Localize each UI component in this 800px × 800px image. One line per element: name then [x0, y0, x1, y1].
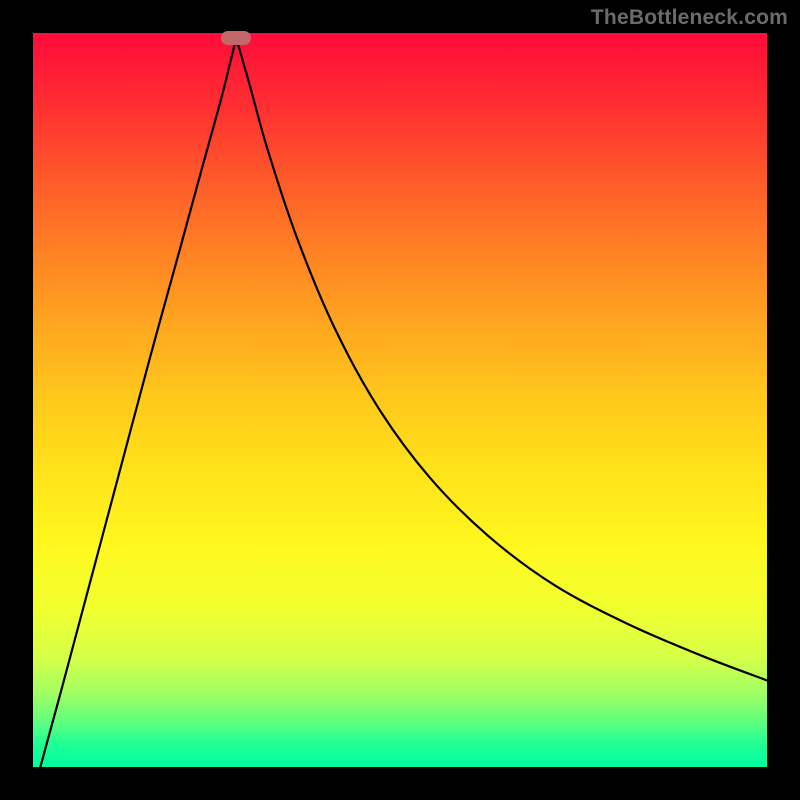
chart-curve-svg: [33, 33, 767, 767]
minimum-marker: [221, 31, 251, 45]
curve-right-branch: [236, 38, 767, 680]
watermark-text: TheBottleneck.com: [591, 6, 788, 30]
chart-frame: TheBottleneck.com: [0, 0, 800, 800]
chart-plot-area: [33, 33, 767, 767]
curve-left-branch: [40, 38, 236, 767]
